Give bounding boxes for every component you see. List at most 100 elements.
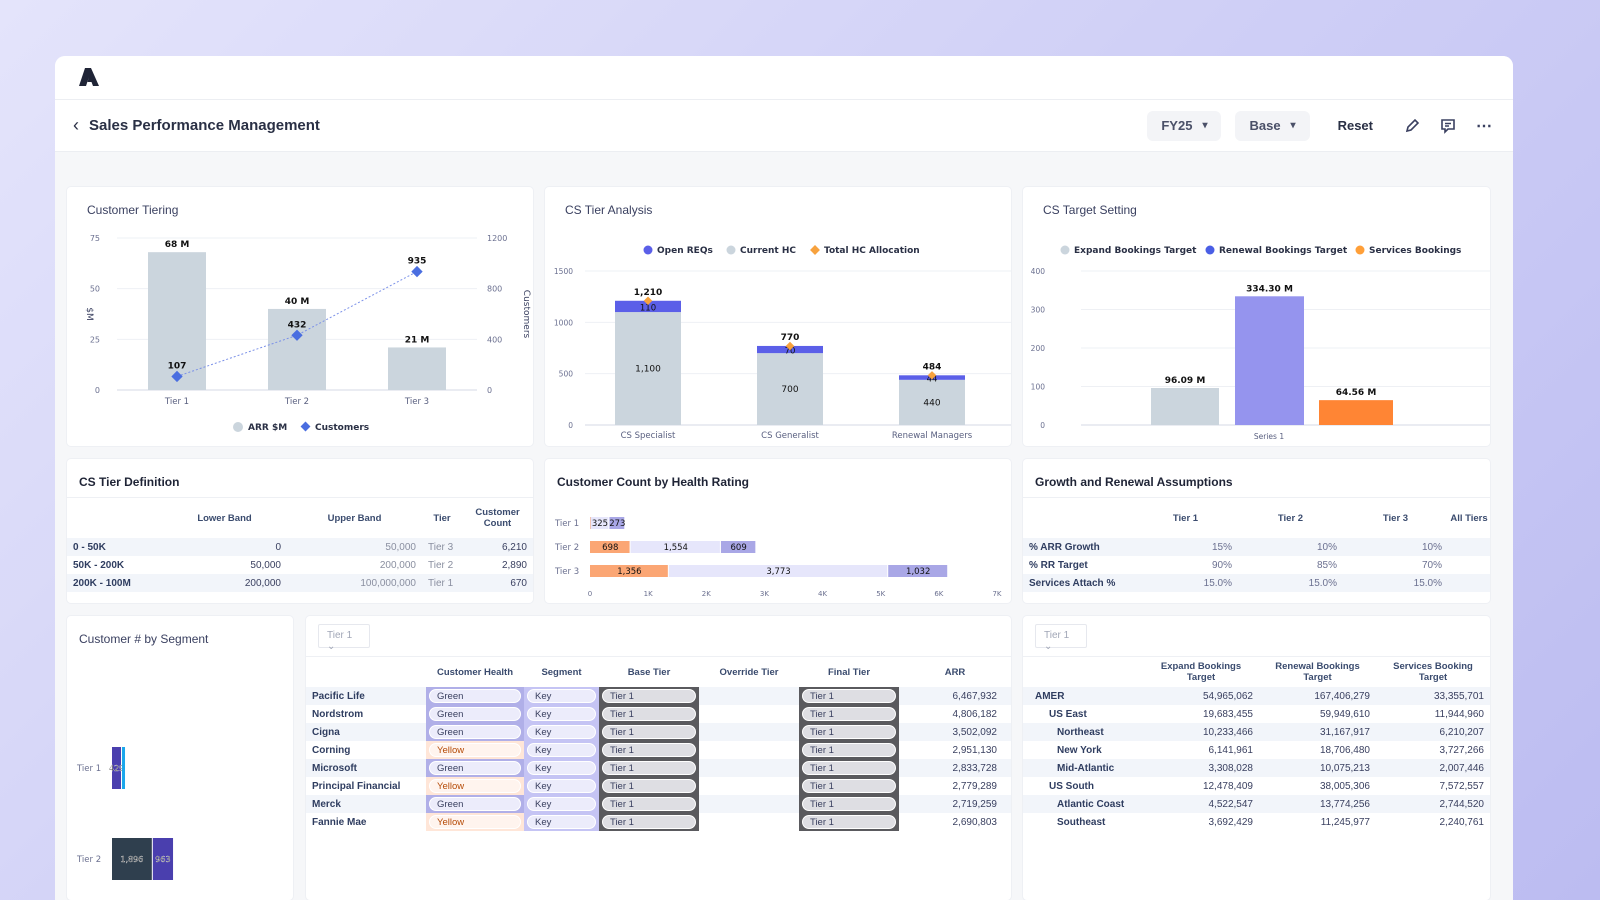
y-tick-label: 300 — [1031, 306, 1046, 315]
expand-cell[interactable]: 4,522,547 — [1143, 795, 1259, 813]
services-cell[interactable]: 6,210,207 — [1376, 723, 1490, 741]
segment-pill[interactable]: Key — [527, 815, 596, 829]
health-cell[interactable]: Yellow — [426, 777, 524, 795]
health-cell[interactable]: Green — [426, 687, 524, 705]
services-cell[interactable]: 7,572,557 — [1376, 777, 1490, 795]
health-pill[interactable]: Green — [429, 761, 521, 775]
upper-band-cell[interactable]: 200,000 — [287, 556, 422, 574]
segment-pill[interactable]: Key — [527, 779, 596, 793]
renewal-cell[interactable]: 18,706,480 — [1259, 741, 1376, 759]
health-cell[interactable]: Yellow — [426, 741, 524, 759]
more-icon[interactable]: ⋯ — [1473, 115, 1495, 137]
comment-icon[interactable] — [1437, 115, 1459, 137]
segment-cell[interactable]: Key — [524, 687, 599, 705]
period-dropdown[interactable]: FY25 ▾ — [1147, 110, 1222, 141]
edit-icon[interactable] — [1401, 115, 1423, 137]
expand-cell[interactable]: 12,478,409 — [1143, 777, 1259, 795]
data-label: 432 — [288, 320, 307, 330]
health-cell[interactable]: Green — [426, 795, 524, 813]
expand-cell[interactable]: 3,308,028 — [1143, 759, 1259, 777]
override-tier-cell[interactable] — [699, 759, 799, 777]
health-pill[interactable]: Green — [429, 707, 521, 721]
upper-band-cell[interactable]: 50,000 — [287, 538, 422, 556]
renewal-cell[interactable]: 59,949,610 — [1259, 705, 1376, 723]
override-tier-cell[interactable] — [699, 777, 799, 795]
reset-button[interactable]: Reset — [1324, 118, 1387, 133]
renewal-cell[interactable]: 13,774,256 — [1259, 795, 1376, 813]
upper-band-cell[interactable]: 100,000,000 — [287, 574, 422, 592]
segment-pill[interactable]: Key — [527, 707, 596, 721]
tier-filter-dropdown[interactable]: Tier 1 ⌄ — [318, 624, 370, 652]
expand-cell[interactable]: 10,233,466 — [1143, 723, 1259, 741]
renewal-cell[interactable]: 31,167,917 — [1259, 723, 1376, 741]
segment-cell[interactable]: Key — [524, 813, 599, 831]
segment-cell[interactable]: Key — [524, 705, 599, 723]
lower-band-cell[interactable]: 50,000 — [162, 556, 287, 574]
override-tier-cell[interactable] — [699, 795, 799, 813]
health-pill[interactable]: Green — [429, 797, 521, 811]
override-tier-cell[interactable] — [699, 705, 799, 723]
health-pill[interactable]: Green — [429, 725, 521, 739]
row-label: Services Attach % — [1023, 574, 1133, 592]
override-tier-cell[interactable] — [699, 741, 799, 759]
scenario-dropdown[interactable]: Base ▾ — [1235, 110, 1310, 141]
lower-band-cell[interactable]: 200,000 — [162, 574, 287, 592]
tier1-cell[interactable]: 90% — [1133, 556, 1238, 574]
segment-cell[interactable]: Key — [524, 795, 599, 813]
tier2-cell[interactable]: 15.0% — [1238, 574, 1343, 592]
tier2-cell[interactable]: 85% — [1238, 556, 1343, 574]
tier1-cell[interactable]: 15.0% — [1133, 574, 1238, 592]
override-tier-cell[interactable] — [699, 813, 799, 831]
segment-pill[interactable]: Key — [527, 743, 596, 757]
services-cell[interactable]: 33,355,701 — [1376, 687, 1490, 705]
services-cell[interactable]: 3,727,266 — [1376, 741, 1490, 759]
arr-value: 2,951,130 — [952, 744, 998, 756]
y2-tick-label: 400 — [487, 335, 502, 344]
tier3-cell[interactable]: 15.0% — [1343, 574, 1448, 592]
health-cell[interactable]: Yellow — [426, 813, 524, 831]
health-cell[interactable]: Green — [426, 705, 524, 723]
health-pill[interactable]: Yellow — [429, 779, 521, 793]
segment-pill[interactable]: Key — [527, 761, 596, 775]
renewal-cell[interactable]: 10,075,213 — [1259, 759, 1376, 777]
tier3-cell[interactable]: 10% — [1343, 538, 1448, 556]
health-pill[interactable]: Green — [429, 689, 521, 703]
health-pill[interactable]: Yellow — [429, 743, 521, 757]
tier2-cell[interactable]: 10% — [1238, 538, 1343, 556]
segment-cell[interactable]: Key — [524, 723, 599, 741]
health-cell[interactable]: Green — [426, 723, 524, 741]
base-tier-pill: Tier 1 — [602, 725, 696, 739]
expand-cell[interactable]: 3,692,429 — [1143, 813, 1259, 831]
tier3-cell[interactable]: 70% — [1343, 556, 1448, 574]
app-logo[interactable] — [77, 67, 101, 88]
services-cell[interactable]: 2,744,520 — [1376, 795, 1490, 813]
expand-cell[interactable]: 54,965,062 — [1143, 687, 1259, 705]
renewal-cell[interactable]: 38,005,306 — [1259, 777, 1376, 795]
expand-cell[interactable]: 19,683,455 — [1143, 705, 1259, 723]
renewal-cell[interactable]: 11,245,977 — [1259, 813, 1376, 831]
back-chevron-icon[interactable]: ‹ — [73, 115, 79, 136]
override-tier-cell[interactable] — [699, 687, 799, 705]
tier1-cell[interactable]: 15% — [1133, 538, 1238, 556]
services-cell[interactable]: 2,007,446 — [1376, 759, 1490, 777]
segment-cell[interactable]: Key — [524, 759, 599, 777]
segment-pill[interactable]: Key — [527, 725, 596, 739]
x-tick-label: 6K — [934, 590, 943, 598]
override-tier-cell[interactable] — [699, 723, 799, 741]
tier-filter-dropdown[interactable]: Tier 1 ⌄ — [1035, 624, 1087, 652]
segment-cell[interactable]: Key — [524, 777, 599, 795]
services-cell[interactable]: 2,240,761 — [1376, 813, 1490, 831]
health-cell[interactable]: Green — [426, 759, 524, 777]
segment-cell[interactable]: Key — [524, 741, 599, 759]
expand-cell[interactable]: 6,141,961 — [1143, 741, 1259, 759]
table-row: % ARR Growth 15% 10% 10% — [1023, 538, 1490, 556]
health-pill[interactable]: Yellow — [429, 815, 521, 829]
segment-pill[interactable]: Key — [527, 689, 596, 703]
legend-marker — [1060, 245, 1070, 255]
renewal-cell[interactable]: 167,406,279 — [1259, 687, 1376, 705]
region-label: New York — [1057, 744, 1102, 756]
table-row: % RR Target 90% 85% 70% — [1023, 556, 1490, 574]
services-cell[interactable]: 11,944,960 — [1376, 705, 1490, 723]
segment-pill[interactable]: Key — [527, 797, 596, 811]
lower-band-cell[interactable]: 0 — [162, 538, 287, 556]
